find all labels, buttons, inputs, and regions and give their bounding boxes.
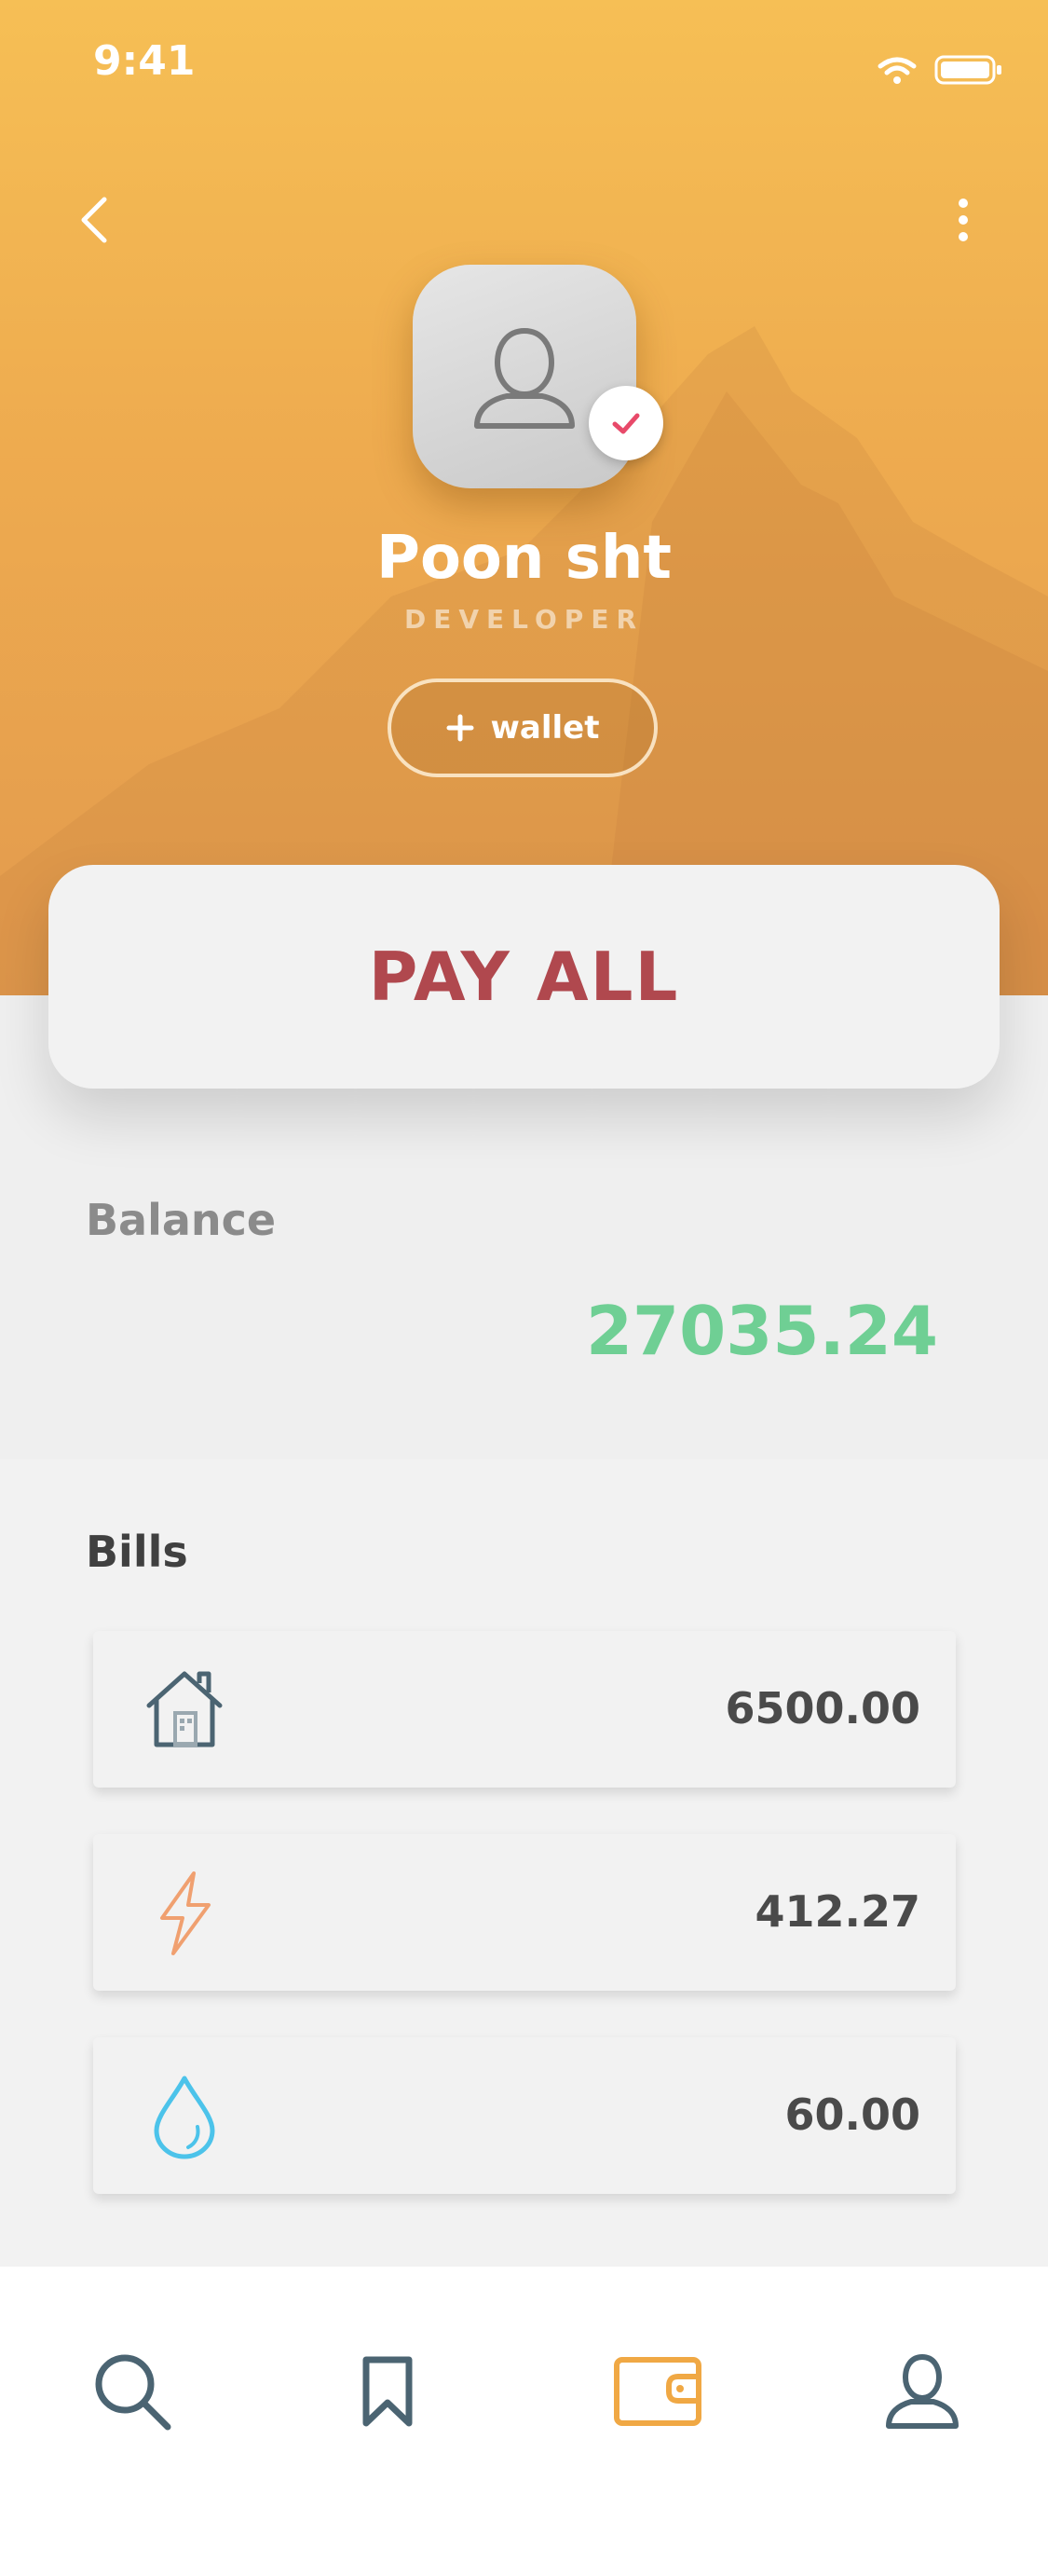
profile-header: 9:41 Poon sht DEVELOPER wallet (0, 0, 1048, 995)
plus-icon (446, 714, 473, 742)
tab-search[interactable] (86, 2345, 179, 2438)
check-icon (612, 413, 640, 434)
status-time: 9:41 (93, 37, 196, 85)
user-placeholder-icon (474, 327, 575, 429)
wifi-icon (878, 57, 917, 84)
profile-icon (886, 2353, 959, 2429)
tab-profile[interactable] (876, 2345, 969, 2438)
bookmark-icon (362, 2356, 413, 2427)
chevron-left-icon (81, 197, 107, 243)
bill-amount: 412.27 (755, 1886, 920, 1937)
bill-amount: 60.00 (784, 2090, 920, 2140)
status-icons (877, 54, 1003, 86)
bills-title: Bills (86, 1527, 188, 1577)
battery-icon (934, 55, 1001, 85)
more-options-button[interactable] (950, 192, 976, 248)
tab-bar (0, 2267, 1048, 2576)
avatar[interactable] (413, 265, 636, 488)
tab-bookmarks[interactable] (341, 2345, 434, 2438)
profile-name: Poon sht (376, 524, 672, 593)
bill-item-house[interactable]: 6500.00 (93, 1631, 956, 1788)
pay-all-button[interactable]: PAY ALL (48, 865, 1000, 1089)
wallet-icon (614, 2357, 701, 2426)
balance-label: Balance (86, 1195, 277, 1245)
search-icon (95, 2354, 171, 2431)
bill-item-electricity[interactable]: 412.27 (93, 1834, 956, 1991)
mountain-background (0, 326, 1048, 995)
profile-role: DEVELOPER (403, 604, 645, 635)
verified-badge (589, 386, 663, 460)
add-wallet-button[interactable]: wallet (388, 678, 658, 777)
tab-wallet[interactable] (611, 2345, 704, 2438)
add-wallet-label: wallet (490, 709, 600, 747)
water-drop-icon (154, 2076, 215, 2159)
more-vertical-icon (959, 199, 968, 241)
bill-item-water[interactable]: 60.00 (93, 2037, 956, 2194)
pay-all-label: PAY ALL (368, 938, 680, 1016)
lightning-icon (160, 1871, 211, 1955)
bill-amount: 6500.00 (725, 1683, 920, 1733)
back-button[interactable] (71, 192, 117, 248)
house-icon (146, 1671, 223, 1747)
balance-value: 27035.24 (585, 1292, 938, 1370)
